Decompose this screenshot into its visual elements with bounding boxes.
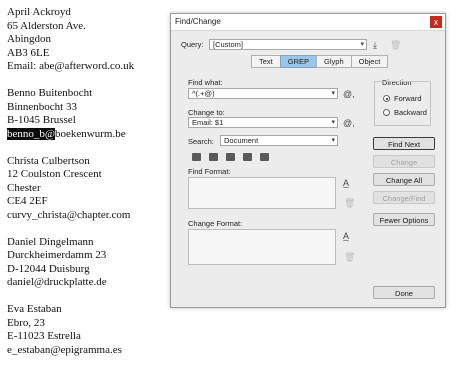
save-query-icon[interactable]: ⤓ — [373, 40, 377, 50]
address-line: Chester — [7, 181, 41, 194]
address-line: Abingdon — [7, 33, 51, 45]
address-line: Benno Buitenbocht — [7, 87, 93, 99]
find-what-label: Find what: — [188, 78, 223, 87]
find-what-value: ^(.+@) — [192, 89, 215, 98]
address-line: Durckheimerdamm 23 — [7, 249, 107, 261]
change-button[interactable]: Change — [373, 155, 435, 168]
address-line: Binnenbocht 33 — [7, 100, 77, 113]
address-line: e_estaban@epigramma.es — [7, 343, 122, 356]
address-line: B-1045 Brussel — [7, 114, 76, 126]
address-line: curvy_christa@chapter.com — [7, 208, 131, 221]
search-label: Search: — [188, 137, 214, 146]
forward-label: Forward — [394, 94, 422, 103]
address-line: CE4 2EF — [7, 195, 48, 207]
address-entry: Christa Culbertson 12 Coulston Crescent … — [7, 155, 167, 223]
backward-label: Backward — [394, 108, 427, 117]
dialog-title: Find/Change — [175, 17, 221, 26]
change-find-button[interactable]: Change/Find — [373, 191, 435, 204]
change-format-box[interactable] — [188, 229, 336, 265]
dialog-titlebar[interactable]: Find/Change x — [171, 14, 445, 31]
include-footnotes-icon[interactable] — [260, 153, 269, 161]
address-line: 65 Alderston Ave. — [7, 19, 86, 32]
change-all-button[interactable]: Change All — [373, 173, 435, 186]
find-next-button[interactable]: Find Next — [373, 137, 435, 150]
find-what-input[interactable]: ^(.+@) ▾ — [188, 88, 338, 99]
direction-group — [374, 81, 431, 126]
chevron-down-icon: ▾ — [331, 90, 335, 97]
address-line: 12 Coulston Crescent — [7, 168, 102, 180]
email-line[interactable]: benno_b@boekenwurm.be — [7, 127, 167, 142]
address-line: Eva Estaban — [7, 303, 62, 315]
selected-text[interactable]: benno_b@ — [7, 127, 56, 140]
include-locked-stories-icon[interactable] — [209, 153, 218, 161]
search-value: Document — [224, 136, 259, 145]
backward-radio[interactable] — [383, 109, 390, 116]
change-to-input[interactable]: Email: $1 ▾ — [188, 117, 338, 128]
fewer-options-button[interactable]: Fewer Options — [373, 213, 435, 226]
include-master-pages-icon[interactable] — [243, 153, 252, 161]
search-select[interactable]: Document ▾ — [220, 135, 338, 146]
tab-text[interactable]: Text — [251, 55, 281, 68]
trash-icon[interactable]: 🗑 — [390, 40, 401, 50]
include-locked-layers-icon[interactable] — [192, 153, 201, 161]
specify-attributes-icon[interactable]: A̲ — [343, 178, 349, 188]
tab-object[interactable]: Object — [350, 55, 389, 68]
address-line: Daniel Dingelmann — [7, 235, 94, 248]
address-entry: Eva Estaban Ebro, 23 E-11023 Estrella e_… — [7, 303, 167, 357]
address-line: Ebro, 23 — [7, 316, 45, 329]
trash-icon[interactable]: 🗑 — [344, 252, 355, 262]
address-entry: Benno Buitenbocht Binnenbocht 33 B-1045 … — [7, 87, 167, 141]
tab-bar: Text GREP Glyph Object — [251, 55, 389, 68]
chevron-down-icon: ▾ — [360, 41, 364, 48]
special-characters-icon[interactable]: @, — [343, 118, 355, 128]
special-characters-icon[interactable]: @, — [343, 89, 355, 99]
find-format-box[interactable] — [188, 177, 336, 209]
address-line: Christa Culbertson — [7, 154, 90, 167]
specify-attributes-icon[interactable]: A̲ — [343, 231, 349, 241]
address-line: AB3 6LE — [7, 46, 50, 59]
find-change-dialog: Find/Change x Query: [Custom] ▾ ⤓ 🗑 Text… — [170, 13, 446, 308]
chevron-down-icon: ▾ — [331, 119, 335, 126]
done-button[interactable]: Done — [373, 286, 435, 299]
address-line: Email: abe@afterword.co.uk — [7, 60, 135, 72]
chevron-down-icon: ▾ — [331, 137, 335, 144]
address-entry: Daniel Dingelmann Durckheimerdamm 23 D-1… — [7, 236, 167, 290]
find-format-label: Find Format: — [188, 167, 231, 176]
change-to-label: Change to: — [188, 108, 225, 117]
change-to-value: Email: $1 — [192, 118, 224, 127]
change-format-label: Change Format: — [188, 219, 243, 228]
forward-radio[interactable] — [383, 95, 390, 102]
address-line: E-11023 Estrella — [7, 330, 81, 342]
close-button[interactable]: x — [430, 16, 442, 28]
address-entry: April Ackroyd 65 Alderston Ave. Abingdon… — [7, 6, 167, 74]
trash-icon[interactable]: 🗑 — [344, 198, 355, 208]
address-line: D-12044 Duisburg — [7, 262, 90, 275]
document-text: April Ackroyd 65 Alderston Ave. Abingdon… — [7, 6, 167, 371]
query-select[interactable]: [Custom] ▾ — [209, 39, 367, 50]
address-line: daniel@druckplatte.de — [7, 276, 107, 288]
tab-glyph[interactable]: Glyph — [316, 55, 352, 68]
tab-grep[interactable]: GREP — [279, 55, 318, 68]
include-hidden-layers-icon[interactable] — [226, 153, 235, 161]
address-line: April Ackroyd — [7, 6, 71, 18]
email-rest: boekenwurm.be — [55, 127, 126, 140]
query-label: Query: — [181, 40, 204, 49]
query-value: [Custom] — [213, 40, 244, 49]
